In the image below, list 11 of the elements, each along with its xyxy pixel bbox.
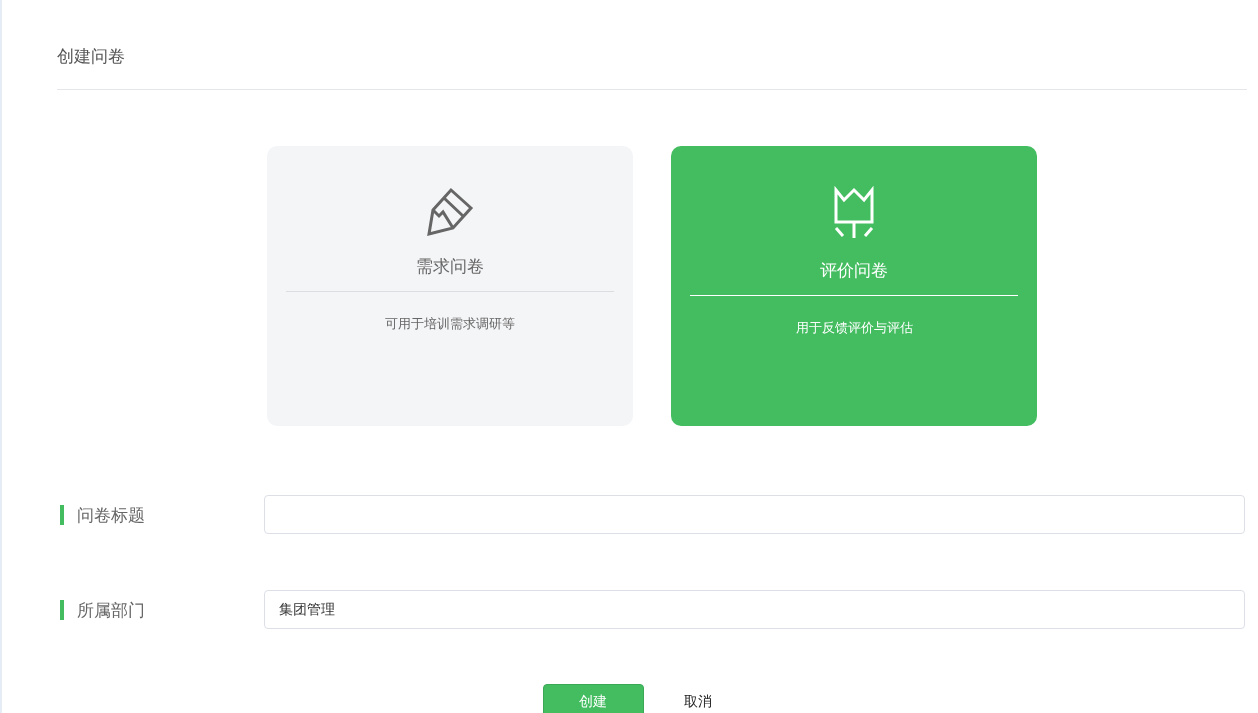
card-description: 可用于培训需求调研等 <box>385 316 515 333</box>
crown-icon <box>832 186 876 240</box>
card-title: 需求问卷 <box>416 255 484 278</box>
card-description: 用于反馈评价与评估 <box>795 320 913 337</box>
pencil-icon <box>425 186 475 236</box>
cancel-button[interactable]: 取消 <box>663 684 732 713</box>
questionnaire-type-card[interactable]: 需求问卷 可用于培训需求调研等 <box>267 146 633 426</box>
card-title: 评价问卷 <box>820 259 888 282</box>
input-field[interactable]: 集团管理 <box>264 590 1245 629</box>
input-field[interactable] <box>264 495 1245 534</box>
page-title: 创建问卷 <box>57 45 126 68</box>
